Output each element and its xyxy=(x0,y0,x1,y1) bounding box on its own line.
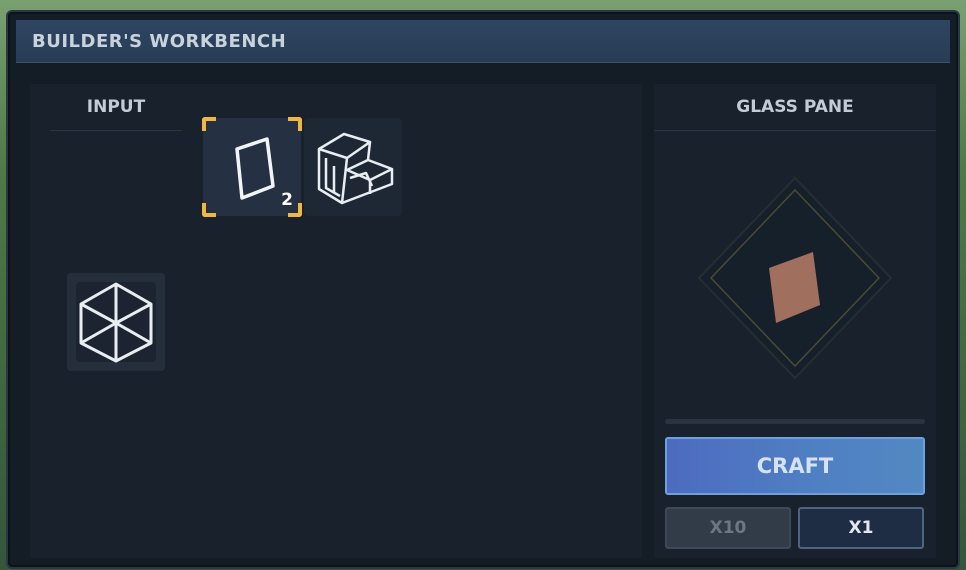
window-titlebar: BUILDER'S WORKBENCH xyxy=(16,20,950,63)
glass-stairs-icon xyxy=(317,132,394,205)
result-panel: GLASS PANE CRAFT X10 X1 xyxy=(654,84,936,558)
input-heading: INPUT xyxy=(50,94,182,131)
glass-cube-icon xyxy=(79,282,153,363)
input-panel: INPUT 2 xyxy=(30,84,642,558)
glass-pane-preview-icon xyxy=(697,176,893,380)
window-title: BUILDER'S WORKBENCH xyxy=(32,31,287,52)
recipe-slot-glass-pane[interactable]: 2 xyxy=(202,117,302,217)
result-heading: GLASS PANE xyxy=(654,94,936,131)
input-material-slot[interactable] xyxy=(67,273,165,371)
recipe-quantity: 2 xyxy=(281,190,293,210)
amount-x1-button[interactable]: X1 xyxy=(798,507,924,549)
amount-x10-button[interactable]: X10 xyxy=(665,507,791,549)
recipe-slot-glass-stairs[interactable] xyxy=(304,118,402,216)
workbench-window: BUILDER'S WORKBENCH INPUT 2 GLASS PANE C… xyxy=(6,10,960,569)
craft-button[interactable]: CRAFT xyxy=(665,437,925,495)
craft-progress-bar xyxy=(665,419,925,424)
